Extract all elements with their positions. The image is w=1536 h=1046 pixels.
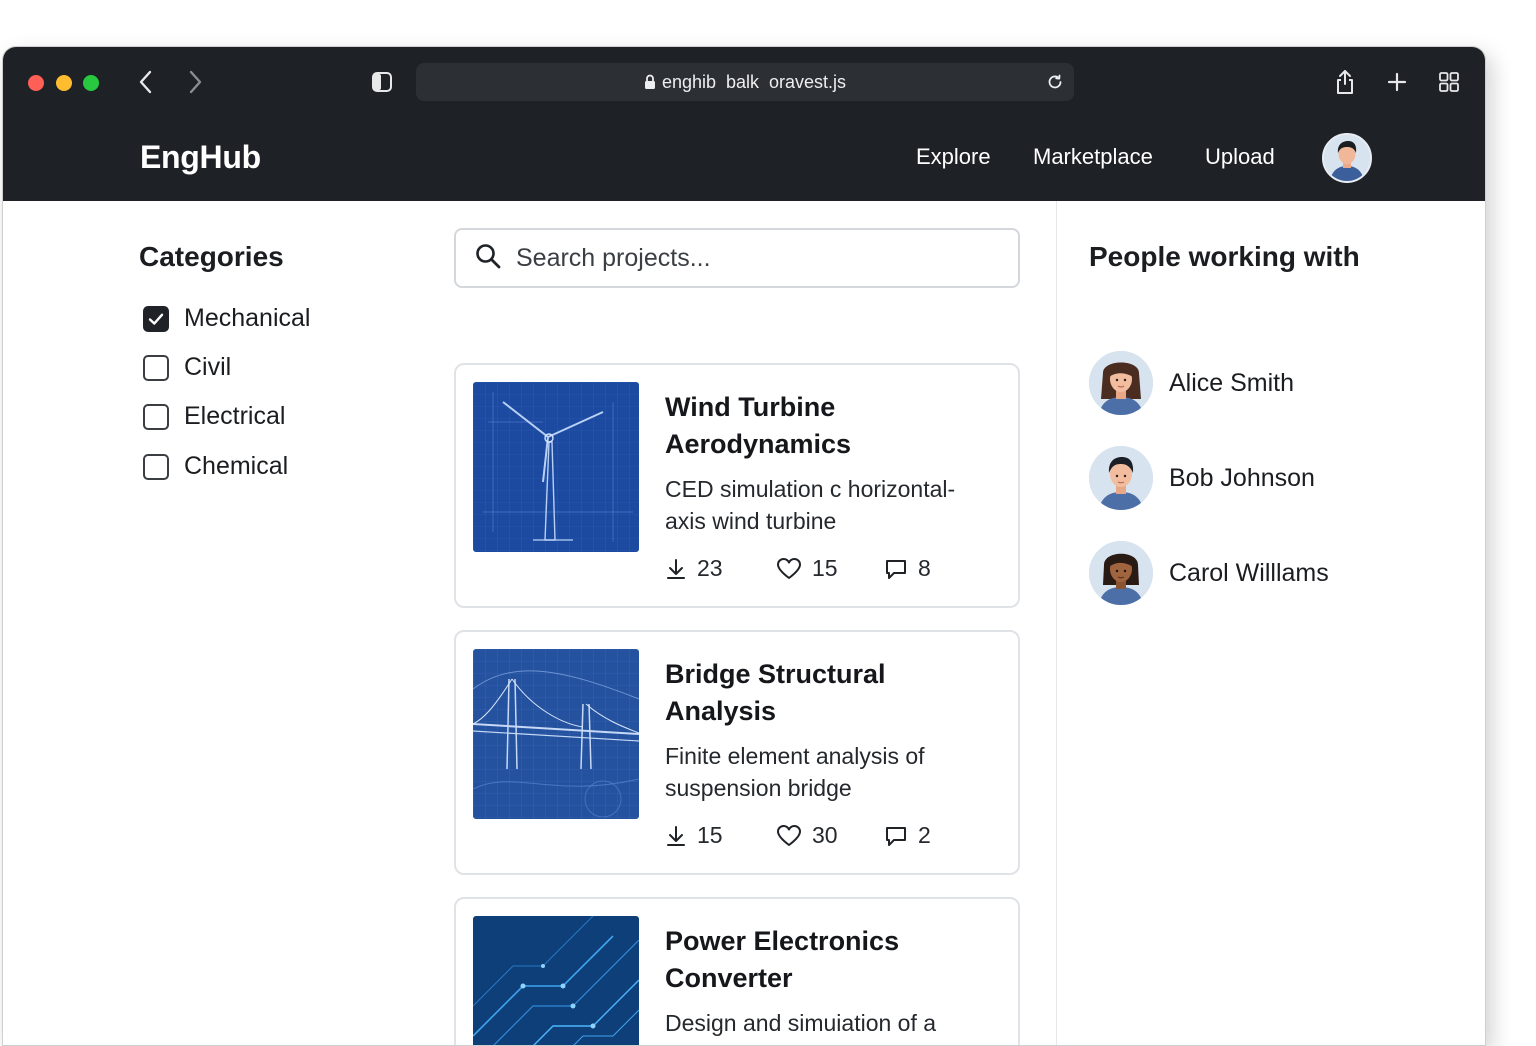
- person-name[interactable]: Alice Smith: [1169, 369, 1294, 398]
- zoom-window-button[interactable]: [83, 75, 99, 91]
- like-count[interactable]: 15: [776, 555, 838, 582]
- person-carol-williams[interactable]: Carol Willlams: [1089, 541, 1329, 605]
- person-name[interactable]: Bob Johnson: [1169, 464, 1315, 493]
- nav-explore[interactable]: Explore: [916, 144, 991, 170]
- heart-icon: [777, 824, 801, 846]
- project-title[interactable]: Power Electronics Converter: [665, 923, 995, 997]
- main-content: Categories Mechanical Civil Electrical C…: [3, 201, 1485, 1045]
- like-value: 30: [812, 822, 838, 848]
- comment-value: 2: [918, 822, 931, 848]
- category-electrical[interactable]: Electrical: [143, 402, 285, 431]
- people-heading: People working with: [1089, 241, 1360, 272]
- project-description: Design and simuiation of a DC~DC convert…: [665, 1010, 937, 1045]
- search-input[interactable]: [514, 242, 994, 274]
- project-card-bridge[interactable]: Bridge Structural Analysis Finite elemen…: [454, 630, 1020, 875]
- chemical-checkbox[interactable]: [143, 453, 169, 480]
- comment-value: 8: [918, 555, 931, 581]
- comment-icon: [886, 559, 906, 579]
- power-electronics-thumbnail: [473, 916, 639, 1045]
- forward-icon[interactable]: [178, 65, 212, 99]
- address-bar[interactable]: enghib balk oravest.js: [416, 63, 1074, 101]
- project-description: CED simulation c horizontal-axis wind tu…: [665, 476, 956, 534]
- share-icon[interactable]: [1328, 65, 1362, 99]
- browser-titlebar: enghib balk oravest.js: [3, 47, 1485, 119]
- category-label: Civil: [184, 353, 232, 381]
- person-bob-johnson[interactable]: Bob Johnson: [1089, 446, 1315, 510]
- category-mechanical[interactable]: Mechanical: [143, 304, 310, 333]
- category-label: Chemical: [184, 452, 289, 480]
- category-label: Mechanical: [184, 304, 311, 332]
- categories-heading: Categories: [139, 241, 284, 272]
- wind-turbine-thumbnail: [473, 382, 639, 552]
- civil-checkbox[interactable]: [143, 354, 169, 381]
- url-text: enghib balk oravest.js: [661, 71, 847, 92]
- download-icon: [667, 825, 685, 846]
- tab-overview-icon[interactable]: [1432, 65, 1466, 99]
- like-value: 15: [812, 555, 838, 581]
- comment-count[interactable]: 8: [884, 555, 931, 582]
- reload-icon[interactable]: [1046, 73, 1064, 91]
- download-value: 23: [697, 555, 723, 581]
- nav-marketplace[interactable]: Marketplace: [1033, 144, 1153, 170]
- sidebar-icon[interactable]: [365, 65, 399, 99]
- category-chemical[interactable]: Chemical: [143, 452, 288, 481]
- app-header: EngHub Explore Marketplace Upload: [3, 119, 1485, 201]
- browser-window: enghib balk oravest.js EngHub Explore Ma…: [2, 46, 1486, 1046]
- brand-logo[interactable]: EngHub: [140, 139, 261, 176]
- nav-upload[interactable]: Upload: [1205, 144, 1275, 170]
- search-bar[interactable]: [454, 228, 1020, 288]
- download-count[interactable]: 15: [665, 822, 723, 849]
- download-value: 15: [697, 822, 723, 848]
- download-icon: [667, 558, 685, 579]
- person-alice-smith[interactable]: Alice Smith: [1089, 351, 1294, 415]
- new-tab-icon[interactable]: [1380, 65, 1414, 99]
- download-count[interactable]: 23: [665, 555, 723, 582]
- column-divider: [1056, 201, 1057, 1045]
- back-icon[interactable]: [129, 65, 163, 99]
- project-title[interactable]: Bridge Structural Analysis: [665, 656, 995, 730]
- electrical-checkbox[interactable]: [143, 403, 169, 430]
- user-avatar[interactable]: [1322, 133, 1372, 183]
- avatar[interactable]: [1089, 351, 1153, 415]
- search-icon: [474, 242, 502, 275]
- mechanical-checkbox[interactable]: [143, 305, 169, 332]
- project-title[interactable]: Wind Turbine Aerodynamics: [665, 389, 995, 463]
- heart-icon: [777, 557, 801, 579]
- minimize-window-button[interactable]: [56, 75, 72, 91]
- project-card-wind-turbine[interactable]: Wind Turbine Aerodynamics CED simulation…: [454, 363, 1020, 608]
- project-description: Finite element analysis of suspension br…: [665, 743, 925, 801]
- person-name[interactable]: Carol Willlams: [1169, 559, 1329, 588]
- category-label: Electrical: [184, 402, 286, 430]
- close-window-button[interactable]: [28, 75, 44, 91]
- like-count[interactable]: 30: [776, 822, 838, 849]
- lock-icon: [644, 74, 656, 90]
- avatar[interactable]: [1089, 541, 1153, 605]
- bridge-thumbnail: [473, 649, 639, 819]
- comment-count[interactable]: 2: [884, 822, 931, 849]
- category-civil[interactable]: Civil: [143, 353, 231, 382]
- check-icon: [148, 313, 164, 325]
- comment-icon: [886, 826, 906, 846]
- avatar[interactable]: [1089, 446, 1153, 510]
